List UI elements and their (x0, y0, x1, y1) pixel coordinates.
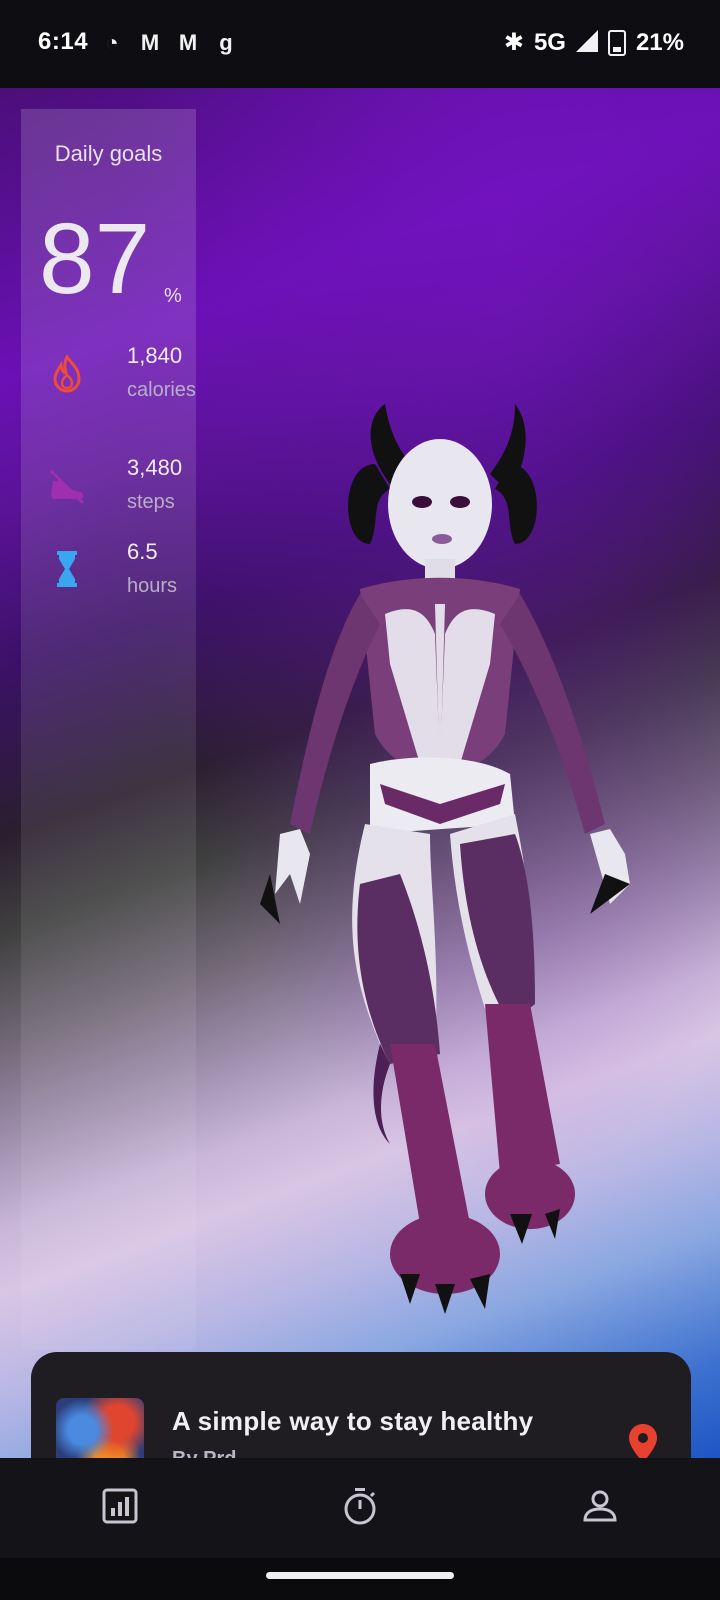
location-pin-icon[interactable] (629, 1424, 657, 1462)
battery-percent: 21% (635, 28, 684, 56)
home-gesture-bar[interactable] (266, 1572, 454, 1579)
status-bar: 6:14 ◔ M M g ✱ 5G 21% (0, 0, 720, 88)
daily-goals-panel: Daily goals 87 % 1,840 calories 3,480 st… (21, 109, 196, 1349)
signal-icon (575, 29, 598, 52)
character-scene: Daily goals 87 % 1,840 calories 3,480 st… (0, 88, 720, 1458)
calories-value: 1,840 (127, 343, 183, 368)
steps-label: steps (127, 491, 175, 513)
character-illustration (260, 404, 630, 1314)
goals-title: Daily goals (54, 141, 163, 166)
shoe-icon (49, 469, 85, 505)
gesture-area (0, 1558, 720, 1600)
gmail-icon: M (178, 30, 198, 55)
status-right: ✱ 5G 21% (504, 28, 684, 57)
calories-label: calories (127, 379, 196, 401)
bottom-navigation (0, 1458, 720, 1558)
hourglass-icon (57, 551, 77, 587)
hours-value: 6.5 (127, 539, 158, 564)
gmail-icon: M (140, 30, 160, 55)
flame-icon (53, 354, 81, 393)
profile-icon[interactable] (580, 1486, 620, 1526)
g-app-icon: g (219, 30, 233, 55)
goals-percent: 87 (39, 203, 151, 315)
article-title: A simple way to stay healthy (172, 1406, 534, 1436)
notification-icons: ◔ M M g (98, 30, 240, 56)
network-type: 5G (533, 28, 566, 56)
stats-icon[interactable] (100, 1486, 140, 1526)
hours-label: hours (127, 575, 178, 597)
bluetooth-icon: ✱ (503, 29, 524, 56)
status-time: 6:14 (38, 28, 89, 55)
battery-icon (607, 29, 626, 56)
steps-value: 3,480 (127, 455, 183, 480)
goals-percent-sign: % (164, 285, 182, 307)
whatsapp-icon: ◔ (105, 30, 119, 55)
timer-icon[interactable] (340, 1486, 380, 1526)
